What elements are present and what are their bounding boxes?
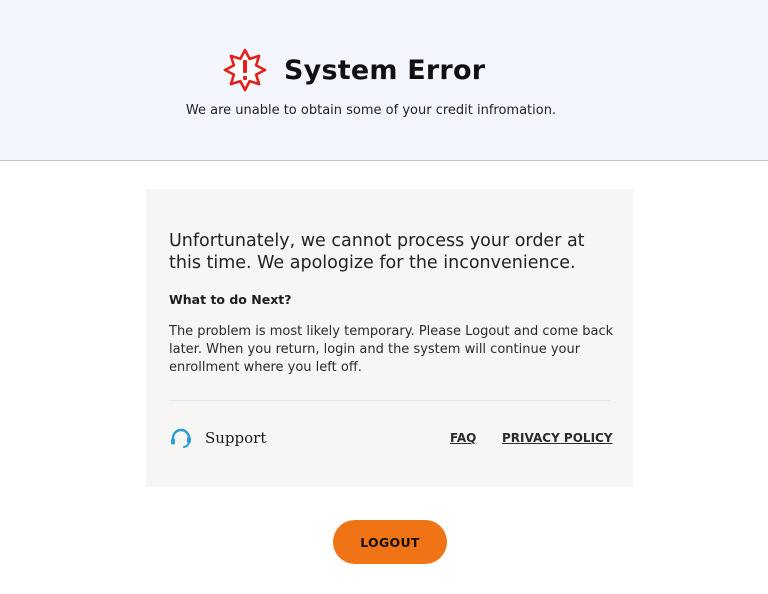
logout-button[interactable]: LOGOUT (333, 520, 447, 564)
page-subtitle: We are unable to obtain some of your cre… (185, 103, 557, 118)
support-link[interactable]: Support (169, 426, 266, 450)
privacy-policy-link[interactable]: PRIVACY POLICY (502, 431, 613, 445)
faq-link[interactable]: FAQ (450, 431, 476, 445)
card-heading: Unfortunately, we cannot process your or… (169, 231, 585, 273)
error-header: System Error We are unable to obtain som… (0, 0, 768, 161)
divider (169, 400, 610, 401)
error-card: Unfortunately, we cannot process your or… (146, 189, 633, 487)
next-steps-body: The problem is most likely temporary. Pl… (169, 324, 614, 375)
support-label: Support (205, 429, 267, 447)
next-steps-heading: What to do Next? (169, 292, 292, 307)
title-row: System Error (222, 46, 485, 94)
page-title: System Error (284, 54, 486, 86)
headset-icon (171, 428, 191, 448)
alert-burst-icon (223, 48, 267, 92)
